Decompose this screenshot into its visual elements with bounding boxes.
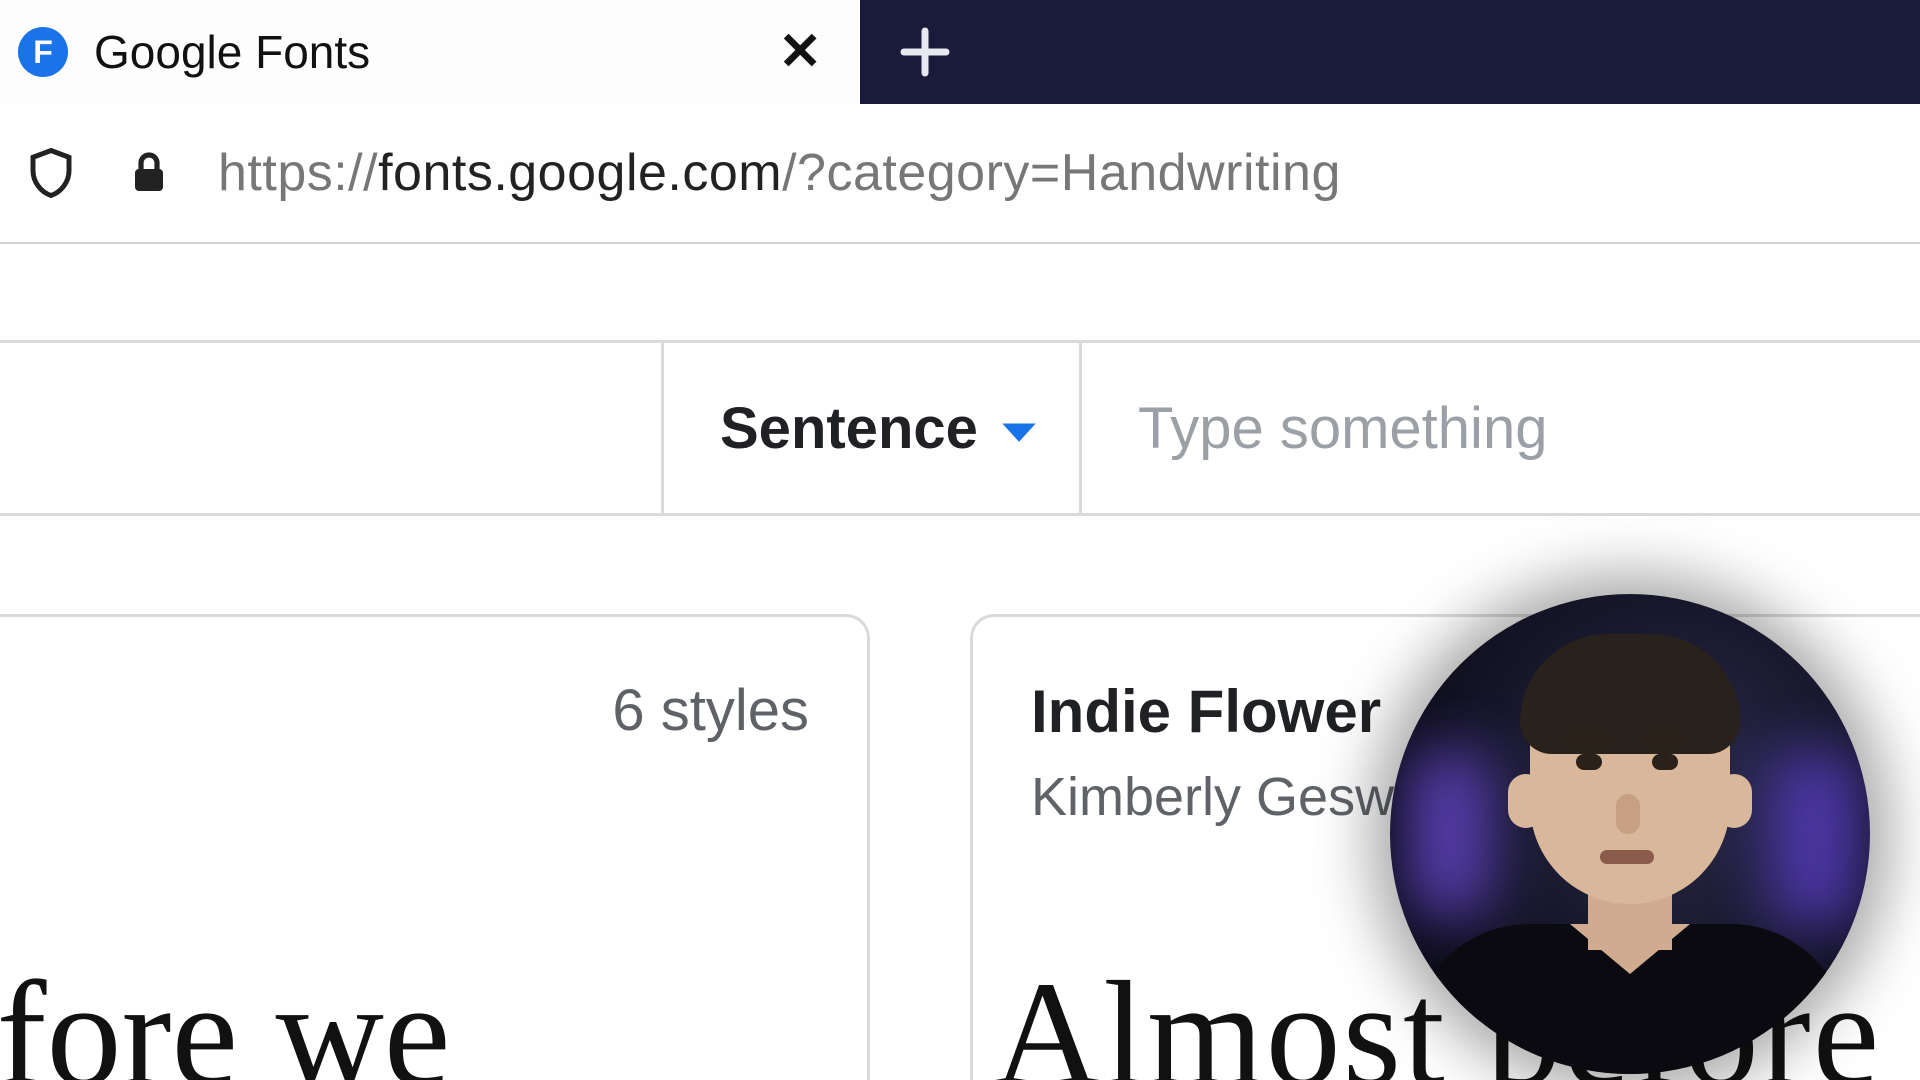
url-path: /?category=Handwriting	[782, 144, 1341, 202]
preview-toolbar: Sentence Type something	[0, 340, 1920, 516]
preview-mode-dropdown[interactable]: Sentence	[664, 343, 1082, 513]
url-scheme: https://	[218, 144, 378, 202]
browser-tab[interactable]: F Google Fonts ✕	[0, 0, 860, 104]
address-bar[interactable]: https://fonts.google.com/?category=Handw…	[0, 104, 1920, 244]
font-preview-text: efore we	[0, 948, 450, 1080]
tracking-shield-icon[interactable]	[22, 144, 80, 202]
tab-title: Google Fonts	[94, 25, 740, 79]
favicon-icon: F	[18, 27, 68, 77]
preview-text-placeholder: Type something	[1138, 395, 1547, 462]
page-content: Sentence Type something 6 styles efore w…	[0, 244, 1920, 1080]
new-tab-button[interactable]	[860, 0, 990, 104]
lock-icon[interactable]	[120, 144, 178, 202]
webcam-overlay	[1390, 594, 1870, 1074]
tab-strip: F Google Fonts ✕	[0, 0, 1920, 104]
close-tab-button[interactable]: ✕	[740, 26, 860, 78]
url-text[interactable]: https://fonts.google.com/?category=Handw…	[218, 143, 1341, 203]
preview-mode-label: Sentence	[720, 395, 978, 462]
preview-text-input[interactable]: Type something	[1082, 343, 1920, 513]
chevron-down-icon	[999, 395, 1039, 462]
font-card[interactable]: 6 styles efore we	[0, 614, 870, 1080]
url-host: fonts.google.com	[378, 144, 782, 202]
plus-icon	[897, 24, 953, 80]
toolbar-left-spacer	[0, 343, 664, 513]
styles-count: 6 styles	[58, 677, 809, 744]
